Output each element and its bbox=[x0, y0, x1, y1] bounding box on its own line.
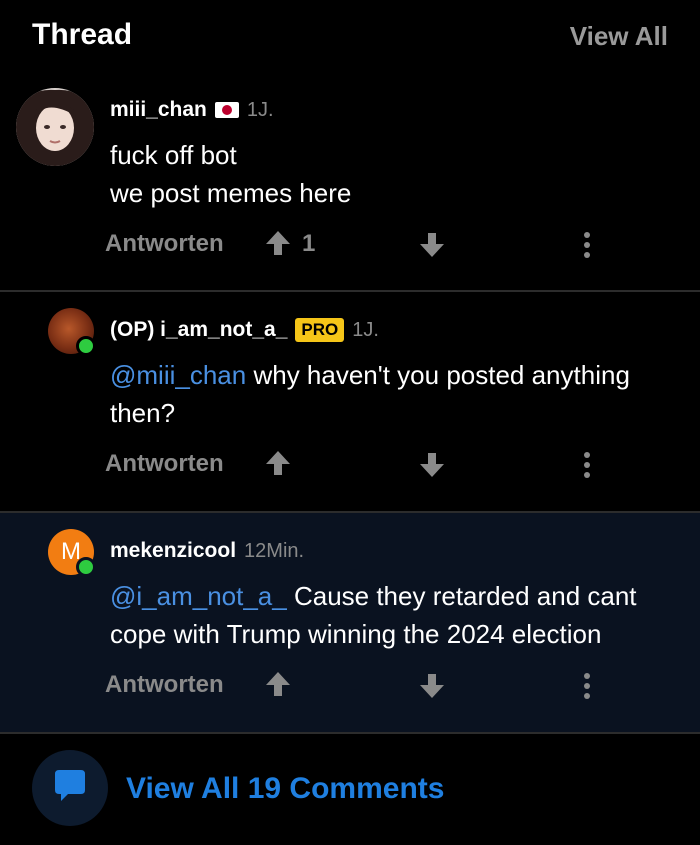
upvote-count: 1 bbox=[302, 230, 316, 257]
pro-badge: PRO bbox=[295, 318, 345, 342]
downvote-arrow-icon[interactable] bbox=[417, 450, 447, 480]
timestamp: 1J. bbox=[246, 98, 274, 121]
comment-actions: Antworten 1 bbox=[105, 226, 605, 262]
comment-text: @i_am_not_a_ Cause they retarded and can… bbox=[110, 577, 670, 653]
comment-line: we post memes here bbox=[110, 178, 352, 208]
comment-meta: miii_chan 1J. bbox=[110, 96, 274, 124]
username[interactable]: miii_chan bbox=[110, 98, 207, 122]
more-options-icon[interactable] bbox=[575, 450, 599, 480]
more-options-icon[interactable] bbox=[575, 230, 599, 260]
upvote-arrow-icon[interactable] bbox=[263, 448, 293, 478]
username[interactable]: (OP) i_am_not_a_ bbox=[110, 318, 287, 342]
comment-2: (OP) i_am_not_a_ PRO 1J. @miii_chan why … bbox=[0, 292, 700, 510]
online-status-indicator bbox=[76, 336, 96, 356]
comment-meta: mekenzicool 12Min. bbox=[110, 537, 304, 565]
downvote-arrow-icon[interactable] bbox=[417, 671, 447, 701]
online-status-indicator bbox=[76, 557, 96, 577]
avatar[interactable]: M bbox=[48, 529, 96, 577]
comment-actions: Antworten bbox=[105, 667, 605, 703]
avatar[interactable] bbox=[16, 88, 94, 166]
downvote-arrow-icon[interactable] bbox=[417, 230, 447, 260]
more-options-icon[interactable] bbox=[575, 671, 599, 701]
comment-line: fuck off bot bbox=[110, 140, 237, 170]
comment-meta: (OP) i_am_not_a_ PRO 1J. bbox=[110, 316, 379, 344]
username[interactable]: mekenzicool bbox=[110, 539, 236, 563]
upvote-arrow-icon[interactable] bbox=[263, 669, 293, 699]
view-all-comments-link[interactable]: View All 19 Comments bbox=[126, 772, 444, 806]
chat-bubble-icon bbox=[55, 770, 85, 801]
reply-button[interactable]: Antworten bbox=[105, 230, 224, 258]
reply-button[interactable]: Antworten bbox=[105, 450, 224, 478]
avatar[interactable] bbox=[48, 308, 96, 356]
upvote-arrow-icon[interactable] bbox=[263, 228, 293, 258]
user-mention[interactable]: @miii_chan bbox=[110, 360, 246, 390]
reply-button[interactable]: Antworten bbox=[105, 671, 224, 699]
chat-button[interactable] bbox=[32, 750, 108, 826]
timestamp: 12Min. bbox=[244, 539, 305, 562]
comments-footer: View All 19 Comments bbox=[0, 734, 700, 845]
timestamp: 1J. bbox=[352, 318, 379, 341]
japan-flag-icon bbox=[214, 102, 239, 118]
comment-1: miii_chan 1J. fuck off bot we post memes… bbox=[0, 72, 700, 290]
view-all-link[interactable]: View All bbox=[570, 21, 668, 52]
thread-header: Thread View All bbox=[0, 0, 700, 72]
comment-actions: Antworten bbox=[105, 446, 605, 482]
comment-text: @miii_chan why haven't you posted anythi… bbox=[110, 356, 670, 432]
thread-title: Thread bbox=[32, 18, 133, 51]
comment-3: M mekenzicool 12Min. @i_am_not_a_ Cause … bbox=[0, 513, 700, 732]
user-mention[interactable]: @i_am_not_a_ bbox=[110, 581, 287, 611]
comment-text: fuck off bot we post memes here bbox=[110, 136, 670, 212]
